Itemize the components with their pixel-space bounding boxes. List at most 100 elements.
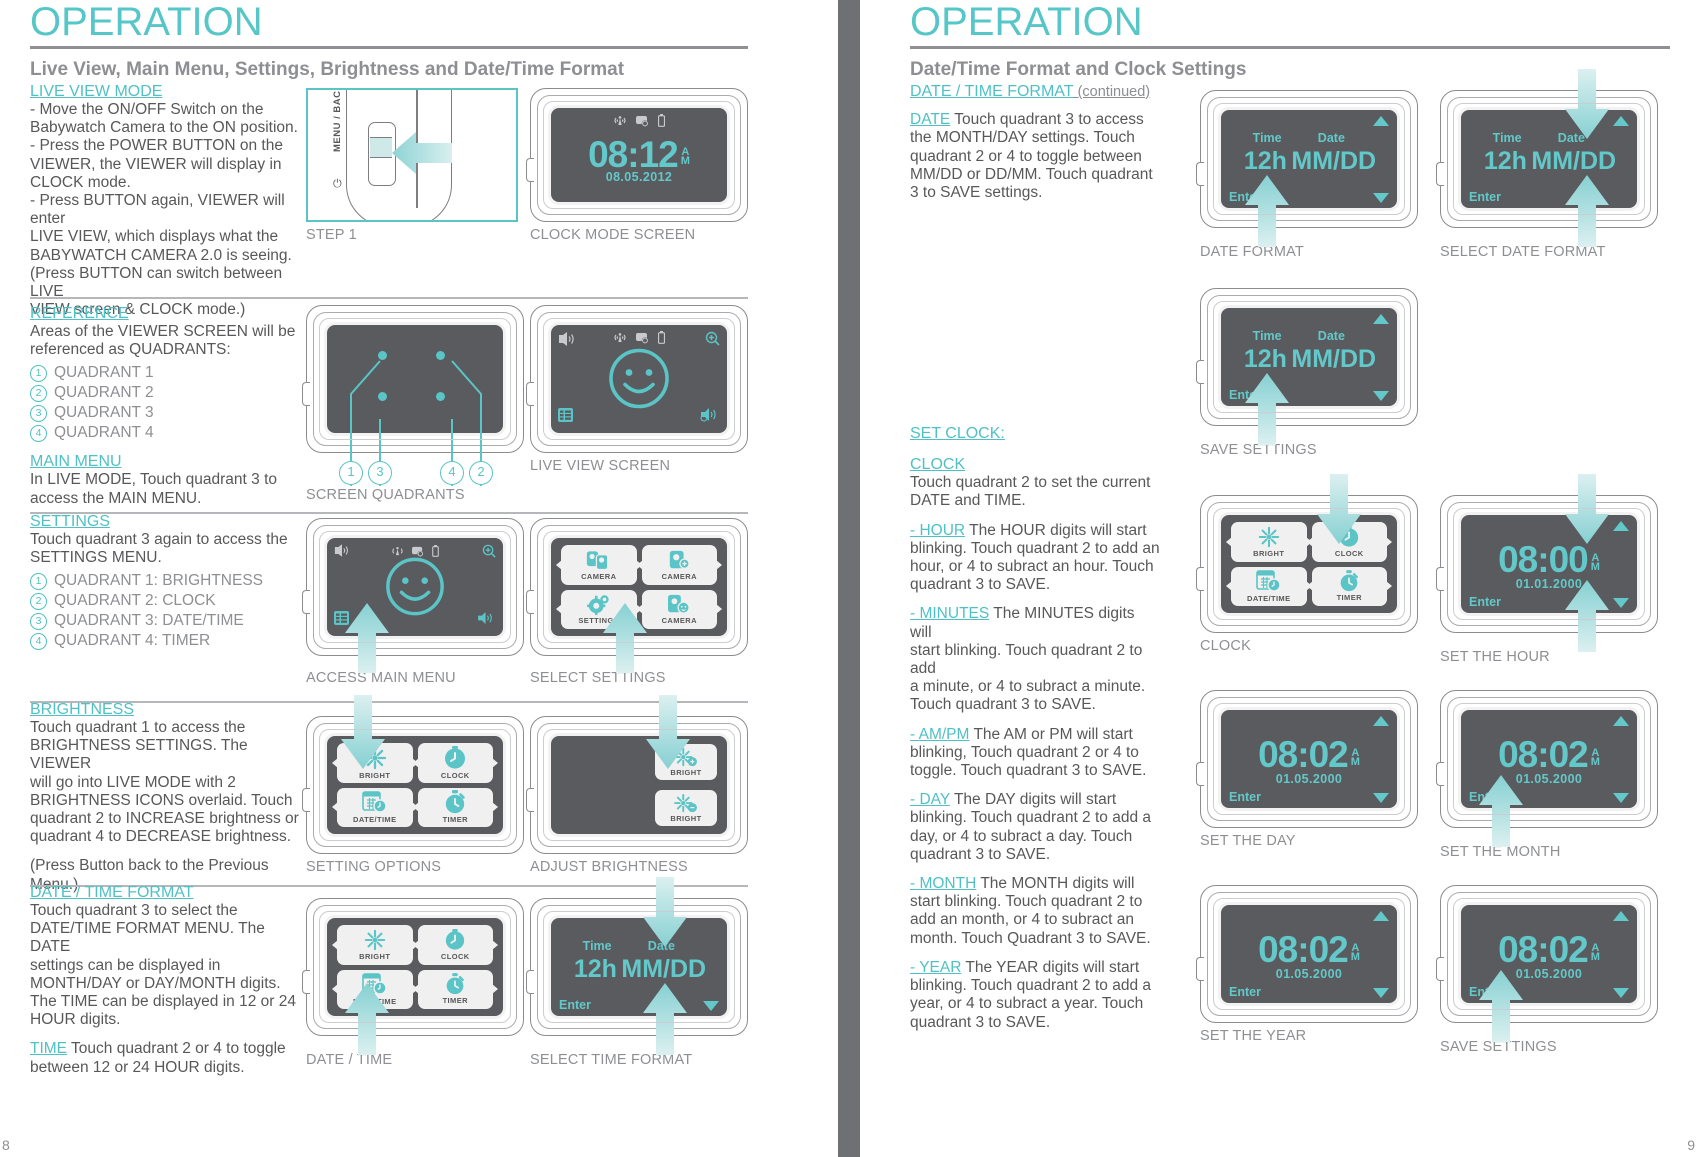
menu-item-bright[interactable]: BRIGHT (1226, 522, 1311, 562)
title-rule-right (910, 46, 1670, 49)
figure-live-view-screen: LIVE VIEW SCREEN (526, 305, 748, 474)
page-title-left: OPERATION (30, 0, 263, 44)
down-triangle-icon[interactable] (1373, 193, 1389, 203)
viewer-device-sethour: 08:00 A M 01.01.2000 Enter (1436, 474, 1658, 652)
figure-set-month: 08:02AM 01.05.2000 Enter SET THE MONTH (1436, 690, 1658, 860)
viewer-device-clockmenu: BRIGHT CLOCK DATE/TIME TIMER (1196, 474, 1418, 633)
figure-adjust-brightness: BRIGHT BRIGHT ADJUST BRIGHTNESS (526, 695, 748, 875)
time-format-value: 12h (1483, 147, 1527, 176)
figure-save-settings-bottom: 08:02AM 01.05.2000 Enter SAVE SETTINGS (1436, 885, 1658, 1055)
time-value: 08:02 (1258, 734, 1349, 776)
inline-heading-date: DATE (910, 111, 951, 129)
menu-item-label: BRIGHT (1253, 548, 1285, 558)
caption-adjust-brightness: ADJUST BRIGHTNESS (530, 859, 688, 875)
clock-icon (445, 745, 466, 769)
menu-item-bright[interactable]: BRIGHT (332, 925, 417, 965)
date-format-value: MM/DD (1531, 147, 1617, 176)
date-format-value: MM/DD (621, 955, 707, 984)
menu-item-datetime[interactable]: DATE/TIME (1226, 566, 1311, 606)
caption-access-main-menu: ACCESS MAIN MENU (306, 670, 456, 686)
quadrant-label: QUADRANT 2 (54, 384, 154, 402)
down-triangle-icon[interactable] (1373, 988, 1389, 998)
zoom-in-icon (705, 331, 720, 351)
menu-item-timer[interactable]: TIMER (412, 969, 498, 1009)
device-side-nub (1436, 761, 1444, 786)
battery-icon (657, 114, 666, 132)
menu-item-camera-baby[interactable]: CAMERA (636, 589, 722, 629)
section-reference: REFERENCE Areas of the VIEWER SCREEN wil… (30, 304, 300, 508)
menu-item-datetime[interactable]: DATE/TIME (332, 787, 417, 827)
calendar-clock-icon (1255, 570, 1281, 592)
up-triangle-icon[interactable] (1373, 314, 1389, 324)
figure-date-format: Time Date 12h MM/DD Enter DATE FORMAT (1196, 90, 1418, 260)
menu-item-timer[interactable]: TIMER (1306, 566, 1392, 606)
caption-setting-options: SETTING OPTIONS (306, 859, 442, 875)
up-triangle-icon[interactable] (1613, 716, 1629, 726)
brightness-decrease-button[interactable]: BRIGHT (655, 790, 717, 826)
menu-item-label: TIMER (442, 815, 468, 825)
power-icon: ⏻ (333, 178, 342, 190)
quadrant-label: QUADRANT 3 (54, 404, 154, 422)
quadrant-number-badge: 4 (30, 425, 47, 443)
left-page: OPERATION Live View, Main Menu, Settings… (0, 0, 820, 1157)
down-triangle-icon[interactable] (1373, 391, 1389, 401)
touch-arrow-down-icon (1565, 474, 1609, 544)
enter-label: Enter (559, 998, 591, 1012)
page-title-right: OPERATION (910, 0, 1143, 44)
timer-icon (1340, 570, 1359, 592)
page-number-right: 9 (1687, 1137, 1695, 1153)
page-spine (838, 0, 860, 1157)
settings-quadrant-item: 4 QUADRANT 4: TIMER (30, 631, 302, 651)
menu-item-clock[interactable]: CLOCK (412, 743, 498, 783)
menu-item-timer[interactable]: TIMER (412, 787, 498, 827)
heading-clock: CLOCK (910, 456, 966, 474)
figure-select-time-format: Time Date 12h MM/DD Enter SELECT TIME FO… (526, 877, 748, 1068)
hour-ampm: AM (1590, 551, 1600, 573)
device-side-nub (526, 589, 534, 614)
day-time-display: 08:02 A M (1221, 736, 1397, 773)
menu-item-clock[interactable]: CLOCK (412, 925, 498, 965)
clock-menu-grid: BRIGHT CLOCK DATE/TIME TIMER (1221, 515, 1397, 613)
figure-clock-mode-screen: 08:12 A M 08.05.2012 CLOCK MODE SCREEN (526, 88, 748, 243)
up-triangle-icon[interactable] (1613, 521, 1629, 531)
down-triangle-icon[interactable] (1373, 793, 1389, 803)
caption-set-month: SET THE MONTH (1440, 844, 1561, 860)
enter-label: Enter (1469, 595, 1501, 609)
figure-select-date-format: Time Date 12h MM/DD Enter SELECT DATE FO… (1436, 69, 1658, 260)
clock-ampm: AM (680, 146, 690, 168)
page-subtitle-right: Date/Time Format and Clock Settings (910, 59, 1247, 80)
clock-time-display: 08:12 A M (551, 136, 727, 173)
touch-arrow-down-icon (1565, 69, 1609, 139)
clock-icon (446, 928, 465, 950)
clock-time-value: 08:12 (588, 134, 679, 176)
menu-item-camera-pair[interactable]: CAMERA (556, 545, 641, 585)
down-triangle-icon[interactable] (703, 1001, 719, 1011)
timer-icon (446, 973, 465, 995)
figure-date-time: BRIGHT CLOCK TIMER DATE / TIME (302, 898, 524, 1068)
body-date-access: DATE Touch quadrant 3 to access the MONTH… (910, 111, 1160, 202)
viewer-device-selectdateformat: Time Date 12h MM/DD Enter (1436, 69, 1658, 247)
device-side-nub (526, 381, 534, 406)
page-number-left: 8 (2, 1137, 10, 1153)
up-triangle-icon[interactable] (1373, 716, 1389, 726)
date-label: Date (1317, 328, 1345, 343)
down-triangle-icon[interactable] (1613, 793, 1629, 803)
touch-arrow-up-icon (345, 983, 389, 1055)
inline-heading-ampm: - AM/PM (910, 725, 970, 743)
up-triangle-icon[interactable] (1373, 116, 1389, 126)
down-triangle-icon[interactable] (1613, 598, 1629, 608)
inline-heading-year: - YEAR (910, 958, 962, 976)
list-item-year: - YEAR The YEAR digits will start blinkin… (910, 959, 1160, 1032)
device-side-nub (526, 157, 534, 182)
figure-set-hour: 08:00 A M 01.01.2000 Enter SET THE HOUR (1436, 474, 1658, 665)
status-bar (551, 114, 727, 132)
up-triangle-icon[interactable] (1613, 911, 1629, 921)
up-triangle-icon[interactable] (1613, 116, 1629, 126)
up-triangle-icon[interactable] (1373, 911, 1389, 921)
ampm-indicator: AM (1350, 941, 1360, 963)
caption-clock-menu: CLOCK (1200, 638, 1251, 654)
down-triangle-icon[interactable] (1613, 988, 1629, 998)
menu-item-camera-add[interactable]: CAMERA (636, 545, 722, 585)
device-side-nub (1196, 359, 1204, 384)
menu-item-label: CAMERA (661, 616, 697, 626)
